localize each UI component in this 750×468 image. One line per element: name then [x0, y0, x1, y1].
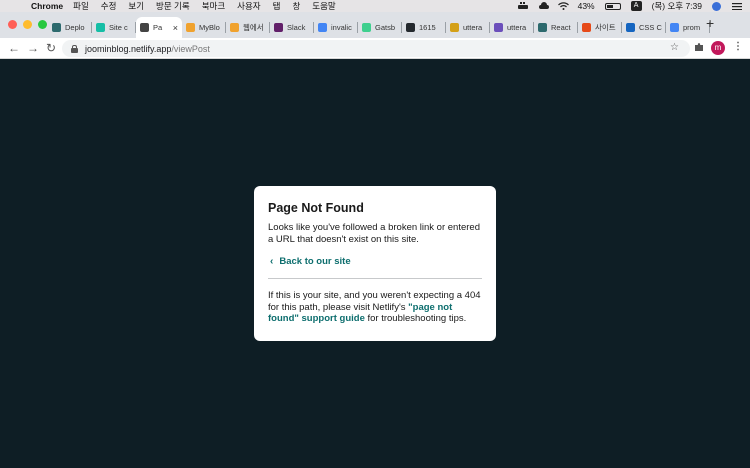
menu-view[interactable]: 보기 — [128, 0, 144, 12]
tab-label: Site c — [109, 23, 128, 32]
menu-file[interactable]: 파일 — [73, 0, 89, 12]
tab-favicon-icon — [406, 23, 415, 32]
close-tab-icon[interactable]: × — [173, 23, 178, 33]
tab-label: Pa — [153, 23, 163, 32]
menu-edit[interactable]: 수정 — [101, 0, 117, 12]
wifi-icon[interactable] — [557, 2, 569, 10]
zoom-window-button[interactable] — [38, 20, 47, 29]
tab-label: invalic — [331, 23, 352, 32]
extensions-puzzle-icon[interactable] — [694, 42, 704, 55]
tab[interactable]: 웹에서 — [226, 17, 270, 38]
tab[interactable]: invalic — [314, 17, 358, 38]
tab-active[interactable]: Pa × — [136, 17, 182, 38]
tab-favicon-icon — [582, 23, 591, 32]
chevron-left-icon: ‹ — [270, 256, 274, 267]
docker-icon[interactable] — [517, 2, 528, 10]
tab[interactable]: Deplo — [48, 17, 92, 38]
menu-help[interactable]: 도움말 — [312, 0, 335, 12]
forward-arrow-icon[interactable]: → — [27, 41, 39, 55]
lock-icon[interactable] — [71, 44, 78, 53]
tab[interactable]: uttera — [490, 17, 534, 38]
menubar-clock[interactable]: (목) 오후 7:39 — [652, 0, 702, 12]
tab-favicon-icon — [230, 23, 239, 32]
tab-label: 웹에서 — [243, 23, 264, 32]
tab[interactable]: 1615 — [402, 17, 446, 38]
help-text: If this is your site, and you weren't ex… — [268, 290, 482, 325]
window-controls — [8, 20, 47, 29]
back-arrow-icon[interactable]: ← — [8, 41, 20, 55]
divider — [268, 278, 482, 279]
control-center-icon[interactable] — [732, 2, 742, 10]
tab[interactable]: uttera — [446, 17, 490, 38]
tab-favicon-icon — [538, 23, 547, 32]
back-to-site-link[interactable]: ‹ Back to our site — [268, 256, 482, 267]
tab-label: Gatsb — [375, 23, 396, 32]
help-text-after: for troubleshooting tips. — [364, 313, 467, 324]
tab-favicon-icon — [626, 23, 635, 32]
tab-list: Deplo Site c Pa × MyBlo 웹에서 Slack invalic Gatsb 1… — [48, 17, 710, 38]
battery-icon[interactable] — [604, 2, 621, 10]
close-window-button[interactable] — [8, 20, 17, 29]
not-found-card: Page Not Found Looks like you've followe… — [254, 186, 496, 341]
tab[interactable]: prom — [666, 17, 710, 38]
url-host: joominblog.netlify.app — [85, 43, 172, 54]
back-link-label[interactable]: Back to our site — [279, 256, 350, 267]
tab-label: uttera — [463, 23, 483, 32]
menu-window[interactable]: 창 — [292, 0, 300, 12]
minimize-window-button[interactable] — [23, 20, 32, 29]
tab[interactable]: Site c — [92, 17, 136, 38]
bookmark-star-icon[interactable]: ☆ — [670, 42, 679, 53]
menu-history[interactable]: 방문 기록 — [156, 0, 190, 12]
tab-label: prom — [683, 23, 701, 32]
tab[interactable]: MyBlo — [182, 17, 226, 38]
tab[interactable]: Gatsb — [358, 17, 402, 38]
tab[interactable]: CSS C — [622, 17, 666, 38]
tab-label: CSS C — [639, 23, 662, 32]
tab[interactable]: Slack — [270, 17, 314, 38]
address-bar[interactable]: joominblog.netlify.app/viewPost — [62, 40, 690, 57]
tab-favicon-icon — [318, 23, 327, 32]
tab-favicon-icon — [274, 23, 283, 32]
tab[interactable]: React — [534, 17, 578, 38]
tab-favicon-icon — [140, 23, 149, 32]
menu-bookmarks[interactable]: 북마크 — [202, 0, 225, 12]
tab[interactable]: 사이트 — [578, 17, 622, 38]
tab-favicon-icon — [52, 23, 61, 32]
menu-profiles[interactable]: 사용자 — [237, 0, 260, 12]
menu-tab[interactable]: 탭 — [273, 0, 281, 12]
tab-label: React — [551, 23, 571, 32]
app-menu-chrome[interactable]: Chrome — [31, 1, 63, 11]
browser-toolbar: ← → ↻ joominblog.netlify.app/viewPost ☆ … — [0, 38, 750, 59]
tab-favicon-icon — [670, 23, 679, 32]
tab-label: 사이트 — [595, 23, 616, 32]
tab-label: 1615 — [419, 23, 436, 32]
not-found-message: Looks like you've followed a broken link… — [268, 222, 480, 245]
new-tab-button[interactable]: + — [706, 15, 714, 31]
url-path: /viewPost — [171, 43, 210, 54]
page-title: Page Not Found — [268, 201, 364, 215]
tab-favicon-icon — [362, 23, 371, 32]
more-menu-icon[interactable]: ⋮ — [733, 41, 743, 52]
siri-icon[interactable] — [712, 2, 722, 11]
tab-favicon-icon — [186, 23, 195, 32]
tab-label: Slack — [287, 23, 306, 32]
tab-favicon-icon — [96, 23, 105, 32]
battery-percent: 43% — [577, 1, 595, 11]
cloud-icon[interactable] — [538, 2, 549, 10]
reload-icon[interactable]: ↻ — [46, 41, 56, 55]
profile-avatar[interactable]: m — [711, 41, 725, 55]
tab-label: Deplo — [65, 23, 85, 32]
tab-label: uttera — [507, 23, 527, 32]
macos-menu-bar: Chrome 파일 수정 보기 방문 기록 북마크 사용자 탭 창 도움말 43… — [0, 0, 750, 12]
tab-label: MyBlo — [199, 23, 220, 32]
tab-strip: Deplo Site c Pa × MyBlo 웹에서 Slack invalic Gatsb 1… — [0, 12, 750, 38]
input-source-badge[interactable]: A — [630, 1, 642, 11]
tab-favicon-icon — [494, 23, 503, 32]
tab-favicon-icon — [450, 23, 459, 32]
